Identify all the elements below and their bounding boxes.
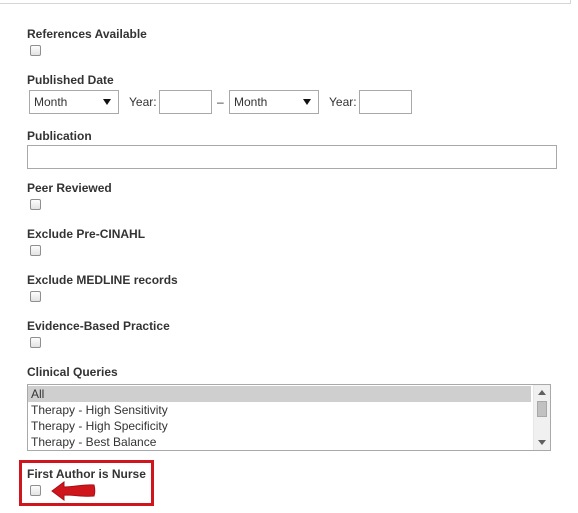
evidence-based-practice-label: Evidence-Based Practice [27,319,170,333]
clinical-queries-option[interactable]: All [28,386,531,402]
from-month-select[interactable]: Month [29,90,119,114]
right-divider [570,0,571,4]
exclude-medline-label: Exclude MEDLINE records [27,273,178,287]
date-range-separator: – [217,95,224,109]
publication-input[interactable] [27,145,557,169]
published-date-label: Published Date [27,73,114,87]
to-year-input[interactable] [359,90,412,114]
from-year-input[interactable] [159,90,212,114]
listbox-scrollbar[interactable] [533,385,550,450]
from-year-label: Year: [129,95,157,109]
clinical-queries-option[interactable]: Therapy - Best Balance [28,434,531,450]
scroll-up-icon[interactable] [538,390,546,395]
references-available-checkbox[interactable] [30,45,41,56]
scrollbar-thumb[interactable] [537,401,547,417]
to-year-label: Year: [329,95,357,109]
top-divider [0,3,570,4]
clinical-queries-label: Clinical Queries [27,365,118,379]
exclude-medline-checkbox[interactable] [30,291,41,302]
peer-reviewed-label: Peer Reviewed [27,181,112,195]
evidence-based-practice-checkbox[interactable] [30,337,41,348]
peer-reviewed-checkbox[interactable] [30,199,41,210]
chevron-down-icon [303,99,311,105]
from-month-value: Month [34,95,68,109]
chevron-down-icon [103,99,111,105]
exclude-pre-cinahl-checkbox[interactable] [30,245,41,256]
clinical-queries-listbox[interactable]: All Therapy - High Sensitivity Therapy -… [27,384,551,451]
to-month-value: Month [234,95,268,109]
left-arrow-icon [51,481,96,501]
to-month-select[interactable]: Month [229,90,319,114]
clinical-queries-option[interactable]: Therapy - High Specificity [28,418,531,434]
exclude-pre-cinahl-label: Exclude Pre-CINAHL [27,227,146,241]
references-available-label: References Available [27,27,147,41]
scroll-down-icon[interactable] [538,440,546,445]
clinical-queries-option[interactable]: Therapy - High Sensitivity [28,402,531,418]
publication-label: Publication [27,129,92,143]
